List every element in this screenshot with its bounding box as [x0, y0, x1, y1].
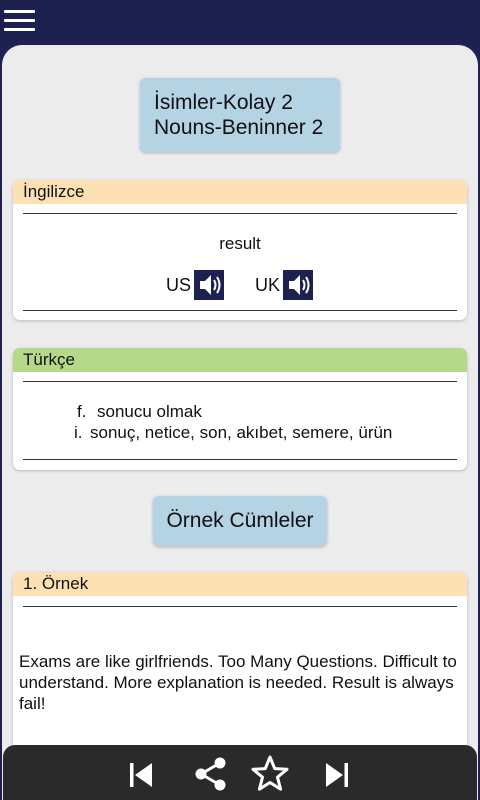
uk-label: UK — [255, 275, 281, 295]
example-sentences-button[interactable]: Örnek Cümleler — [153, 496, 327, 546]
hamburger-menu-icon[interactable] — [4, 7, 36, 33]
example-card-header: 1. Örnek — [13, 572, 467, 596]
meaning-text: sonuç, netice, son, akıbet, semere, ürün — [90, 423, 393, 442]
lesson-title-turkish: İsimler-Kolay 2 — [154, 91, 293, 114]
divider — [23, 213, 457, 214]
divider — [23, 459, 457, 460]
divider — [23, 310, 457, 311]
turkish-card: Türkçe f. sonucu olmak i. sonuç, netice,… — [13, 348, 467, 470]
us-speaker-icon[interactable] — [194, 270, 224, 300]
english-word: result — [219, 234, 261, 253]
us-label: US — [166, 275, 192, 295]
share-icon[interactable] — [191, 757, 227, 793]
meaning-marker: i. — [74, 423, 83, 442]
star-icon[interactable] — [250, 755, 289, 793]
meaning-marker: f. — [77, 402, 87, 421]
english-card: İngilizce result US UK — [13, 180, 467, 320]
divider — [23, 381, 457, 382]
skip-previous-icon[interactable] — [123, 757, 159, 793]
lesson-title-box: İsimler-Kolay 2 Nouns-Beninner 2 — [140, 78, 340, 152]
skip-next-icon[interactable] — [319, 757, 355, 793]
bottom-nav-bar — [3, 745, 477, 800]
uk-speaker-icon[interactable] — [283, 270, 313, 300]
meaning-text: sonucu olmak — [97, 402, 202, 421]
main-content: İsimler-Kolay 2 Nouns-Beninner 2 İngiliz… — [2, 45, 478, 800]
divider — [23, 606, 457, 607]
example-sentence: Exams are like girlfriends. Too Many Que… — [19, 652, 457, 713]
english-card-header: İngilizce — [13, 180, 467, 204]
turkish-card-header: Türkçe — [13, 348, 467, 372]
lesson-title-english: Nouns-Beninner 2 — [154, 116, 324, 139]
top-bar — [0, 0, 480, 46]
